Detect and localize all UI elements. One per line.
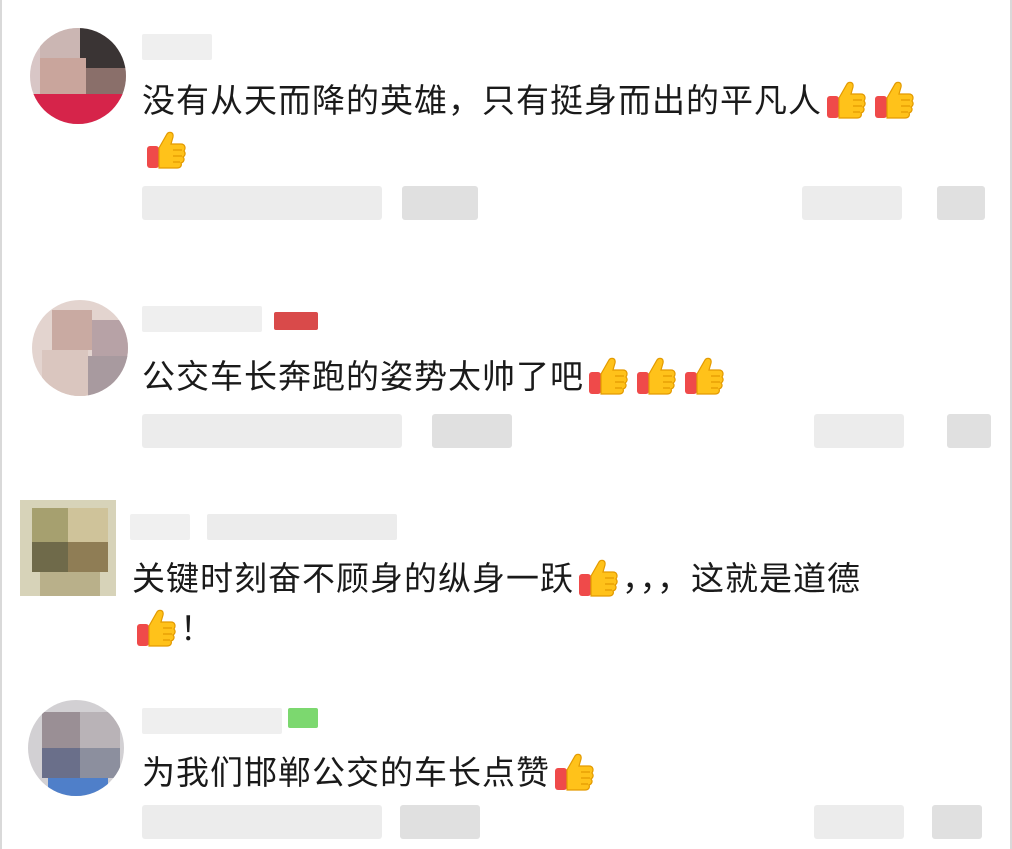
timestamp-redacted [142,805,382,839]
timestamp-redacted [142,186,382,220]
thumbs-up-icon [134,606,178,650]
comment-count-redacted[interactable] [802,186,902,220]
comment-count-redacted[interactable] [814,414,904,448]
comment-body: 公交车长奔跑的姿势太帅了吧 [142,357,584,396]
username-redacted[interactable] [130,514,190,540]
comment-text: 关键时刻奋不顾身的纵身一跃 ，，，这就是道德 [132,554,972,604]
like-button-redacted[interactable] [937,186,985,220]
reply-button-redacted[interactable] [432,414,512,448]
username-redacted[interactable] [142,34,212,60]
comment-list: 没有从天而降的英雄，只有挺身而出的平凡人 公交车长奔跑的姿势太帅了吧 关键时刻奋… [0,0,1012,849]
thumbs-up-icon [144,128,188,172]
comment-count-redacted[interactable] [814,805,904,839]
like-button-redacted[interactable] [947,414,991,448]
comment-body: 关键时刻奋不顾身的纵身一跃 [132,559,574,598]
comment-text: 公交车长奔跑的姿势太帅了吧 [142,352,982,402]
avatar[interactable] [28,700,124,796]
avatar[interactable] [20,500,116,596]
thumbs-up-icon [552,750,596,794]
comment-body-end: ！ [180,609,214,648]
timestamp-redacted [142,414,402,448]
username-redacted[interactable] [142,306,262,332]
comment-body-continued: ，，，这就是道德 [622,559,861,598]
avatar[interactable] [32,300,128,396]
comment-body: 为我们邯郸公交的车长点赞 [142,753,550,792]
like-button-redacted[interactable] [932,805,982,839]
avatar[interactable] [30,28,126,124]
thumbs-up-icon [586,354,630,398]
comment-body: 没有从天而降的英雄，只有挺身而出的平凡人 [142,81,822,120]
badge-redacted [288,708,318,728]
username-redacted[interactable] [207,514,397,540]
thumbs-up-icon [872,78,916,122]
reply-button-redacted[interactable] [402,186,478,220]
username-redacted[interactable] [142,708,282,734]
thumbs-up-icon [682,354,726,398]
comment-text-line2: ！ [132,604,972,654]
reply-button-redacted[interactable] [400,805,480,839]
thumbs-up-icon [576,556,620,600]
comment-text-line2 [142,126,982,176]
comment-text: 没有从天而降的英雄，只有挺身而出的平凡人 [142,76,982,126]
comment-text: 为我们邯郸公交的车长点赞 [142,748,982,798]
badge-redacted [274,312,318,330]
thumbs-up-icon [634,354,678,398]
thumbs-up-icon [824,78,868,122]
